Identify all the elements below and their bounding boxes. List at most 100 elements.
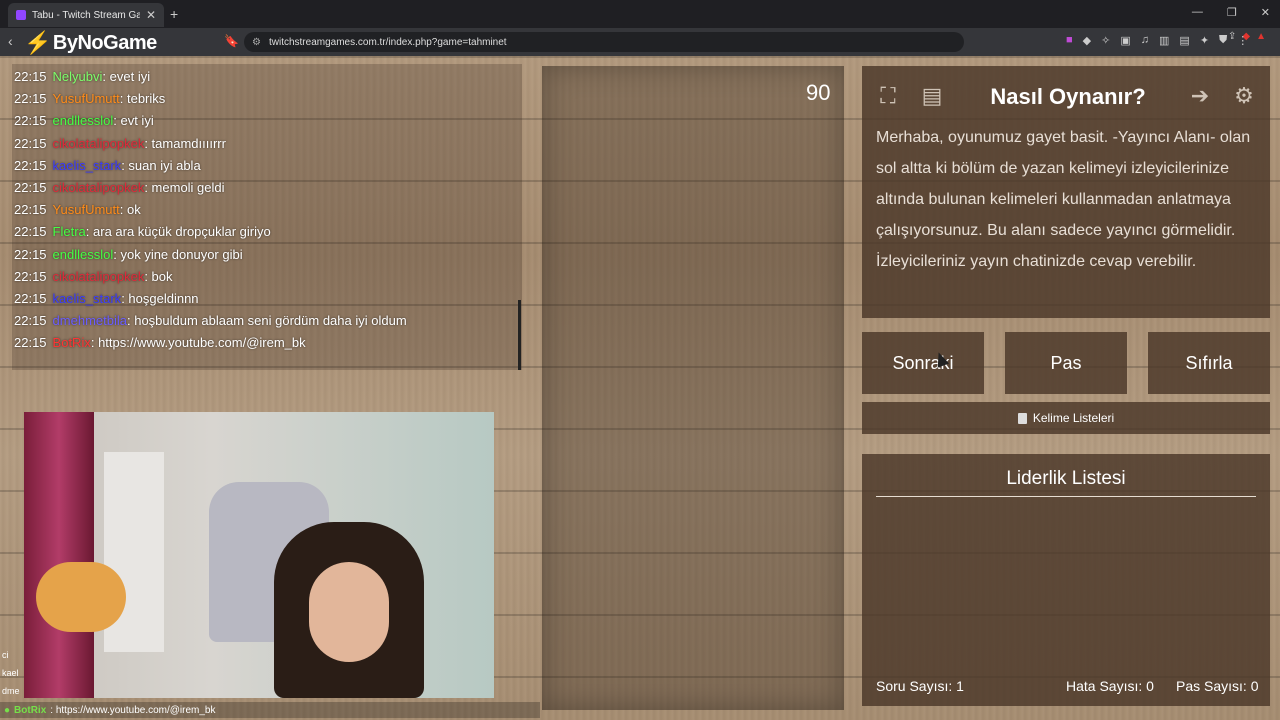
how-to-play-text: Merhaba, oyunumuz gayet basit. -Yayıncı … [876,129,1251,270]
countdown-timer: 90 [806,80,831,105]
url-text: twitchstreamgames.com.tr/index.php?game=… [268,36,507,48]
word-lists-button[interactable]: Kelime Listeleri [862,402,1270,434]
browser-tab[interactable]: Tabu - Twitch Stream Games ✕ [8,3,164,27]
chat-username[interactable]: BotRix [53,335,91,350]
document-icon [1017,412,1027,424]
exit-icon[interactable]: ➔ [1184,80,1216,112]
chat-time: 22:15 [14,91,47,107]
chat-username[interactable]: YusufUmutt [53,202,120,217]
alert-icon[interactable]: ▲ [1256,31,1266,42]
word-lists-label: Kelime Listeleri [1032,411,1115,425]
close-window-icon[interactable]: ✕ [1261,6,1270,19]
chat-text: : tebriks [119,91,166,107]
chat-time: 22:15 [14,246,47,262]
chat-message: 22:15 endllesslol: evt iyi [14,113,154,128]
chat-username[interactable]: YusufUmutt [53,91,120,106]
chat-text: : evet iyi [102,69,151,84]
url-field[interactable]: ⚙ twitchstreamgames.com.tr/index.php?gam… [244,32,964,52]
edge-chat-fragment: dme [2,686,20,696]
fullscreen-icon[interactable]: ⛶ [872,80,904,112]
vpn-icon[interactable]: ⛊ [1219,34,1227,47]
chat-message: 22:15 kaelis_stark: suan iyi abla [14,158,201,173]
chat-text: : bok [144,268,173,284]
menu-icon[interactable]: ⋮ [1237,34,1248,47]
tab-favicon-icon [16,10,26,20]
chat-text: : memoli geldi [144,180,225,195]
music-icon[interactable]: ♫ [1141,34,1149,47]
reset-button[interactable]: Sıfırla [1148,332,1270,394]
chat-time: 22:15 [14,69,47,84]
chat-username[interactable]: cikolatalipopkek [53,180,145,195]
screenshot-icon[interactable]: ▣ [1120,34,1130,47]
extensions-bar: ■ ◆ ✧ ▣ ♫ ▥ ▤ ✦ ⛊ ⋮ [1066,34,1248,47]
chat-message: 22:15 cikolatalipopkek: bok [14,269,173,284]
brand-name: ByNoGame [52,31,157,54]
chat-text: : https://www.youtube.com/@irem_bk [90,335,306,351]
extension-icon[interactable]: ■ [1066,34,1073,47]
bookmark-icon[interactable]: 🔖 [224,34,239,48]
leaderboard-title: Liderlik Listesi [876,468,1256,497]
chat-message: 22:15 YusufUmutt: ok [14,202,141,217]
back-arrow-icon[interactable]: ‹ [8,33,13,49]
chat-username[interactable]: endllesslol [53,247,114,262]
chat-message: 22:15 endllesslol: yok yine donuyor gibi [14,247,243,262]
browser-tab-bar: Tabu - Twitch Stream Games ✕ + — ❐ ✕ [0,0,1280,28]
chat-text: : suan iyi abla [121,157,201,173]
bottom-chat-ticker: ● BotRix : https://www.youtube.com/@irem… [0,702,540,718]
sparkle-icon[interactable]: ✦ [1200,34,1209,47]
streamer-face [309,562,389,662]
chat-scrollbar[interactable] [518,300,521,370]
chat-username[interactable]: endllesslol [53,113,114,128]
chat-time: 22:15 [14,180,47,195]
maximize-icon[interactable]: ❐ [1227,6,1237,19]
minimize-icon[interactable]: — [1192,6,1203,19]
chat-message: 22:15 dmehmetbila: hoşbuldum ablaam seni … [14,313,407,328]
chat-username[interactable]: kaelis_stark [53,291,122,306]
chat-message: 22:15 cikolatalipopkek: tamamdıııırrr [14,136,226,151]
chat-message: 22:15 Fletra: ara ara küçük dropçuklar gi… [14,224,271,239]
chat-message: 22:15 Nelyubvi: evet iyi [14,69,150,84]
chat-message: 22:15 cikolatalipopkek: memoli geldi [14,180,225,195]
plush-toy [36,562,126,632]
new-tab-button[interactable]: + [170,6,178,22]
pass-button[interactable]: Pas [1005,332,1127,394]
ticker-text: : https://www.youtube.com/@irem_bk [50,704,216,716]
webcam-feed [24,412,494,698]
chat-text: : tamamdıııırrr [144,135,226,151]
chat-text: : ok [119,202,141,218]
wallet-icon[interactable]: ▤ [1179,34,1189,47]
chat-username[interactable]: dmehmetbila [53,313,127,328]
chat-username[interactable]: Nelyubvi [53,69,103,84]
next-button[interactable]: Sonraki [862,332,984,394]
curtain [24,412,94,698]
chat-text: : ara ara küçük dropçuklar giriyo [85,224,271,240]
window-controls: — ❐ ✕ [1192,6,1270,19]
tab-title: Tabu - Twitch Stream Games [32,9,140,21]
chat-time: 22:15 [14,335,47,351]
notes-icon[interactable]: ▤ [916,80,948,112]
chat-time: 22:15 [14,291,47,306]
site-info-icon[interactable]: ⚙ [252,37,261,48]
brand-mark-icon: ⚡ [24,30,51,55]
how-to-play-title: Nasıl Oynanır? [990,84,1146,109]
chat-time: 22:15 [14,113,47,129]
puzzle-icon[interactable]: ✧ [1101,34,1110,47]
chat-username[interactable]: Fletra [53,224,86,239]
sidebar-icon[interactable]: ▥ [1159,34,1169,47]
chat-text: : yok yine donuyor gibi [113,246,243,262]
chat-username[interactable]: kaelis_stark [53,158,122,173]
chat-username[interactable]: cikolatalipopkek [53,136,145,151]
pass-count: Pas Sayısı: 0 [1176,678,1259,694]
question-count: Soru Sayısı: 1 [876,678,964,694]
settings-gear-icon[interactable]: ⚙ [1228,80,1260,112]
brand-logo[interactable]: ⚡ ByNoGame [24,30,157,56]
edge-chat-fragment: kael [2,668,19,678]
diamond-icon[interactable]: ◆ [1083,34,1091,47]
chat-time: 22:15 [14,224,47,240]
error-count: Hata Sayısı: 0 [1066,678,1154,694]
chat-text: : evt iyi [113,113,154,129]
chat-username[interactable]: cikolatalipopkek [53,269,145,284]
tab-close-icon[interactable]: ✕ [146,8,156,22]
chat-time: 22:15 [14,157,47,173]
chat-message: 22:15 kaelis_stark: hoşgeldinnn [14,291,199,306]
